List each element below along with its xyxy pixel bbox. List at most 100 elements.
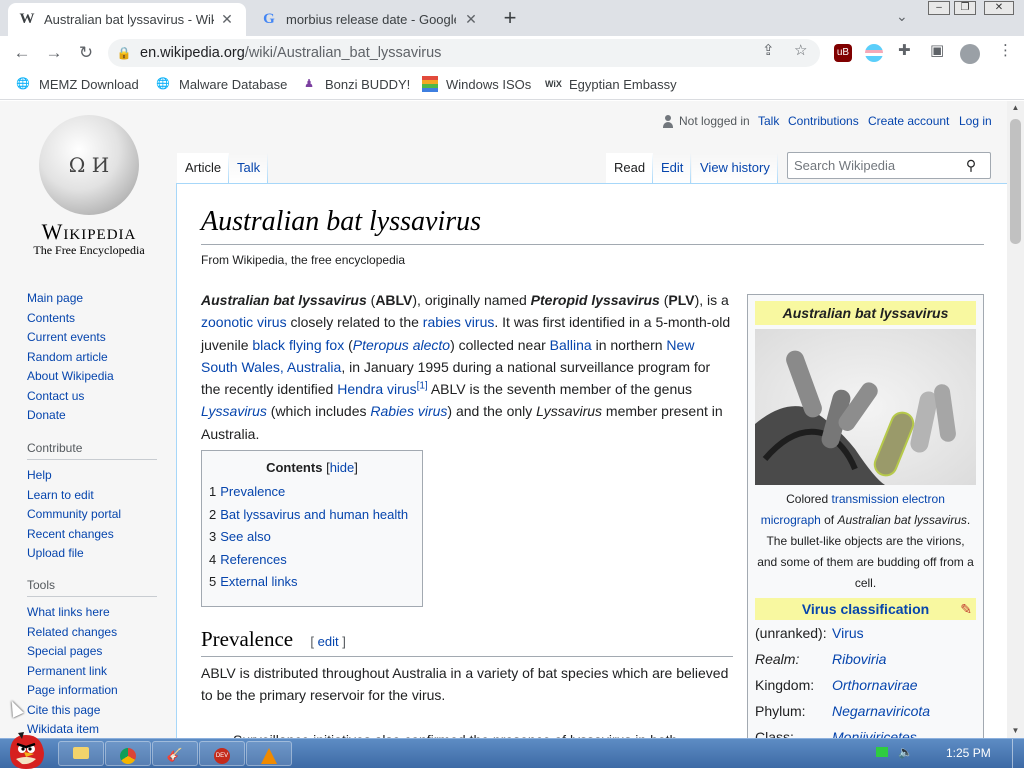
contributions-link[interactable]: Contributions — [788, 114, 859, 128]
nav-contents[interactable]: Contents — [27, 309, 157, 329]
reference-1[interactable]: [1] — [417, 381, 428, 392]
share-icon[interactable]: ⇪ — [762, 41, 775, 59]
create-account-link[interactable]: Create account — [868, 114, 949, 128]
close-icon[interactable]: ✕ — [462, 11, 480, 28]
toc-hide-link[interactable]: hide — [330, 460, 355, 475]
nav-community-portal[interactable]: Community portal — [27, 505, 157, 525]
new-tab-button[interactable]: + — [498, 5, 522, 31]
side-panel-icon[interactable]: ▣ — [930, 41, 944, 59]
extension-flag-icon[interactable] — [865, 44, 883, 62]
profile-avatar-icon[interactable] — [960, 44, 980, 64]
forward-arrow-icon[interactable]: → — [43, 42, 65, 64]
angry-bird-icon — [10, 732, 44, 769]
reload-icon[interactable]: ↻ — [75, 42, 97, 64]
tab-view-history[interactable]: View history — [692, 153, 778, 183]
nav-contact-us[interactable]: Contact us — [27, 387, 157, 407]
bookmark-bonzi[interactable]: ♟ Bonzi BUDDY! — [301, 76, 410, 92]
volume-icon[interactable]: 🔈 — [898, 745, 913, 759]
vertical-scrollbar[interactable]: ▲ ▼ — [1007, 101, 1024, 738]
scroll-up-arrow-icon[interactable]: ▲ — [1007, 101, 1024, 115]
prevalence-paragraph-2: Surveillance initiatives also confirmed … — [233, 729, 733, 738]
search-icon[interactable]: ⚲ — [956, 157, 986, 174]
personal-talk-link[interactable]: Talk — [758, 114, 779, 128]
nav-learn-to-edit[interactable]: Learn to edit — [27, 486, 157, 506]
edit-pencil-icon[interactable]: ✎ — [960, 601, 972, 618]
link-rabies-virus[interactable]: rabies virus — [423, 314, 495, 330]
link-taxon[interactable]: Riboviria — [832, 651, 886, 667]
nav-donate[interactable]: Donate — [27, 406, 157, 426]
nav-current-events[interactable]: Current events — [27, 328, 157, 348]
nav-help[interactable]: Help — [27, 466, 157, 486]
toc-item[interactable]: 3 See also — [209, 526, 415, 549]
link-lyssavirus[interactable]: Lyssavirus — [201, 403, 267, 419]
extensions-puzzle-icon[interactable]: ✚ — [898, 41, 911, 59]
tab-talk[interactable]: Talk — [229, 153, 269, 183]
nav-related-changes[interactable]: Related changes — [27, 623, 157, 643]
bookmark-malware-db[interactable]: 🌐 Malware Database — [155, 76, 287, 92]
link-virus-classification[interactable]: Virus classification — [802, 601, 929, 617]
toc-item[interactable]: 4 References — [209, 549, 415, 572]
tab-edit[interactable]: Edit — [653, 153, 692, 183]
search-input[interactable] — [788, 157, 956, 174]
devcpp-icon[interactable]: DEV — [199, 741, 245, 766]
tab-google[interactable]: G morbius release date - Google ✕ — [250, 3, 490, 36]
bookmark-windows-isos[interactable]: Windows ISOs — [422, 76, 531, 92]
link-rabies-virus-species[interactable]: Rabies virus — [370, 403, 447, 419]
bonzi-icon[interactable]: 🎸 — [152, 741, 198, 766]
bookmark-star-icon[interactable]: ☆ — [794, 41, 807, 59]
scrollbar-thumb[interactable] — [1010, 119, 1021, 244]
start-button[interactable] — [4, 731, 48, 769]
nav-permanent-link[interactable]: Permanent link — [27, 662, 157, 682]
nav-what-links-here[interactable]: What links here — [27, 603, 157, 623]
nav-upload-file[interactable]: Upload file — [27, 544, 157, 564]
minimize-button[interactable]: – — [928, 1, 950, 15]
link-ballina[interactable]: Ballina — [550, 337, 592, 353]
tab-search-icon[interactable]: ⌄ — [896, 8, 908, 25]
show-desktop-button[interactable] — [1012, 739, 1024, 769]
restore-button[interactable]: ❐ — [954, 1, 976, 15]
nav-random-article[interactable]: Random article — [27, 348, 157, 368]
bookmark-memz[interactable]: 🌐 MEMZ Download — [15, 76, 139, 92]
nav-about-wikipedia[interactable]: About Wikipedia — [27, 367, 157, 387]
chrome-icon[interactable] — [105, 741, 151, 766]
intro-paragraph: Australian bat lyssavirus (ABLV), origin… — [201, 292, 731, 442]
nav-main-page[interactable]: Main page — [27, 289, 157, 309]
battery-icon[interactable] — [876, 747, 888, 757]
link-taxon[interactable]: Negarnaviricota — [832, 703, 930, 719]
tab-read[interactable]: Read — [606, 153, 654, 183]
link-pteropus-alecto[interactable]: Pteropus alecto — [353, 337, 450, 353]
close-icon[interactable]: ✕ — [218, 11, 236, 28]
vlc-icon[interactable] — [246, 741, 292, 766]
link-zoonotic-virus[interactable]: zoonotic virus — [201, 314, 287, 330]
scroll-down-arrow-icon[interactable]: ▼ — [1007, 724, 1024, 738]
window-close-button[interactable]: ✕ — [984, 1, 1014, 15]
link-black-flying-fox[interactable]: black flying fox — [252, 337, 344, 353]
system-clock[interactable]: 1:25 PM — [946, 746, 991, 760]
taxonomy-row: Realm: Riboviria — [755, 651, 887, 667]
wikipedia-logo[interactable]: Ω И Wikipedia The Free Encyclopedia — [25, 115, 153, 258]
tab-article[interactable]: Article — [177, 153, 230, 183]
back-arrow-icon[interactable]: ← — [11, 42, 33, 64]
lock-icon[interactable]: 🔒 — [108, 46, 140, 60]
link-taxon[interactable]: Orthornavirae — [832, 677, 918, 693]
virion-micrograph-image[interactable] — [755, 329, 976, 485]
link-hendra-virus[interactable]: Hendra virus — [337, 381, 416, 397]
link-taxon[interactable]: Monjiviricetes — [832, 729, 917, 738]
toc-item[interactable]: 5 External links — [209, 571, 415, 594]
folder-icon[interactable] — [58, 741, 104, 766]
user-icon — [662, 114, 674, 128]
bookmark-egyptian-embassy[interactable]: WiX Egyptian Embassy — [545, 76, 677, 92]
toc-item[interactable]: 1 Prevalence — [209, 481, 415, 504]
nav-special-pages[interactable]: Special pages — [27, 642, 157, 662]
nav-page-information[interactable]: Page information — [27, 681, 157, 701]
nav-recent-changes[interactable]: Recent changes — [27, 525, 157, 545]
link-taxon[interactable]: Virus — [832, 625, 864, 641]
section-edit-link[interactable]: edit — [318, 634, 339, 649]
ublock-origin-icon[interactable]: uB — [834, 44, 852, 62]
tab-wikipedia[interactable]: W Australian bat lyssavirus - Wiki ✕ — [8, 3, 246, 36]
log-in-link[interactable]: Log in — [959, 114, 992, 128]
toc-item[interactable]: 2 Bat lyssavirus and human health — [209, 504, 415, 527]
nav-cite-this-page[interactable]: Cite this page — [27, 701, 157, 721]
address-bar[interactable]: 🔒 en.wikipedia.org/wiki/Australian_bat_l… — [108, 39, 820, 67]
kebab-menu-icon[interactable]: ⋮ — [998, 41, 1013, 59]
